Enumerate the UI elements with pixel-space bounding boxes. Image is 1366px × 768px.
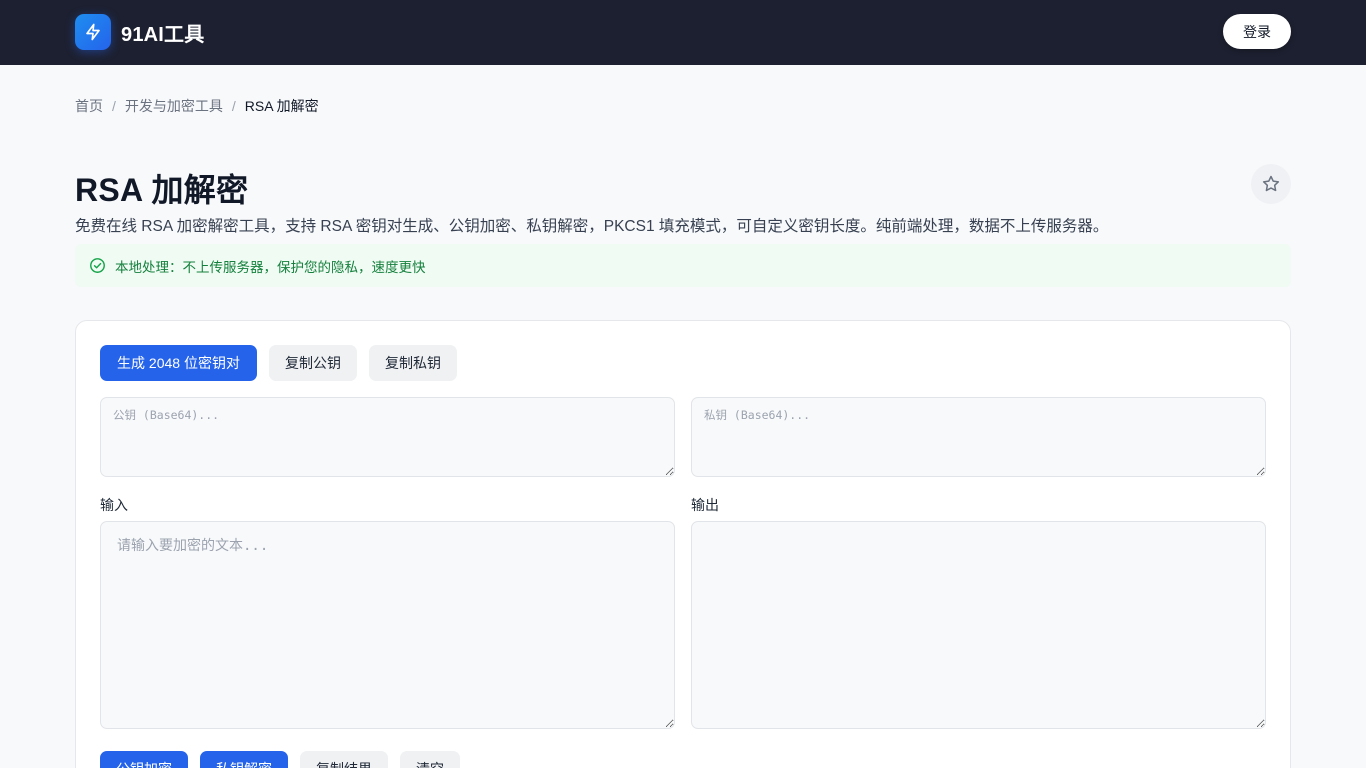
page-description: 免费在线 RSA 加密解密工具，支持 RSA 密钥对生成、公钥加密、私钥解密，P… <box>75 218 1109 235</box>
output-label: 输出 <box>691 497 719 513</box>
output-textarea[interactable] <box>691 521 1266 729</box>
public-key-encrypt-button[interactable]: 公钥加密 <box>100 751 188 768</box>
top-navbar: 91AI工具 登录 <box>0 0 1366 65</box>
copy-public-key-button[interactable]: 复制公钥 <box>269 345 357 381</box>
breadcrumb-category-link[interactable]: 开发与加密工具 <box>125 96 223 116</box>
copy-private-key-button[interactable]: 复制私钥 <box>369 345 457 381</box>
breadcrumb: 首页 / 开发与加密工具 / RSA 加解密 <box>75 97 319 115</box>
privacy-notice: 本地处理：不上传服务器，保护您的隐私，速度更快 <box>75 244 1291 287</box>
input-textarea[interactable] <box>100 521 675 729</box>
clear-button[interactable]: 清空 <box>400 751 460 768</box>
private-key-textarea[interactable] <box>691 397 1266 477</box>
star-icon <box>1261 174 1281 194</box>
favorite-button[interactable] <box>1251 164 1291 204</box>
login-button[interactable]: 登录 <box>1223 14 1291 49</box>
check-circle-icon <box>89 257 106 274</box>
rsa-tool-card: 生成 2048 位密钥对 复制公钥 复制私钥 输入 输出 公钥加密 私钥解密 复… <box>75 320 1291 768</box>
page-title: RSA 加解密 <box>75 172 249 208</box>
public-key-textarea[interactable] <box>100 397 675 477</box>
private-key-decrypt-button[interactable]: 私钥解密 <box>200 751 288 768</box>
bolt-icon <box>75 14 111 50</box>
breadcrumb-home-link[interactable]: 首页 <box>75 96 103 116</box>
copy-result-button[interactable]: 复制结果 <box>300 751 388 768</box>
breadcrumb-separator: / <box>231 98 236 114</box>
brand-logo-link[interactable]: 91AI工具 <box>75 14 204 50</box>
input-label: 输入 <box>100 497 128 513</box>
privacy-notice-text: 本地处理：不上传服务器，保护您的隐私，速度更快 <box>115 259 426 275</box>
breadcrumb-separator: / <box>112 98 116 114</box>
breadcrumb-current: RSA 加解密 <box>244 98 319 114</box>
brand-name: 91AI工具 <box>121 23 205 46</box>
generate-keypair-button[interactable]: 生成 2048 位密钥对 <box>100 345 257 381</box>
